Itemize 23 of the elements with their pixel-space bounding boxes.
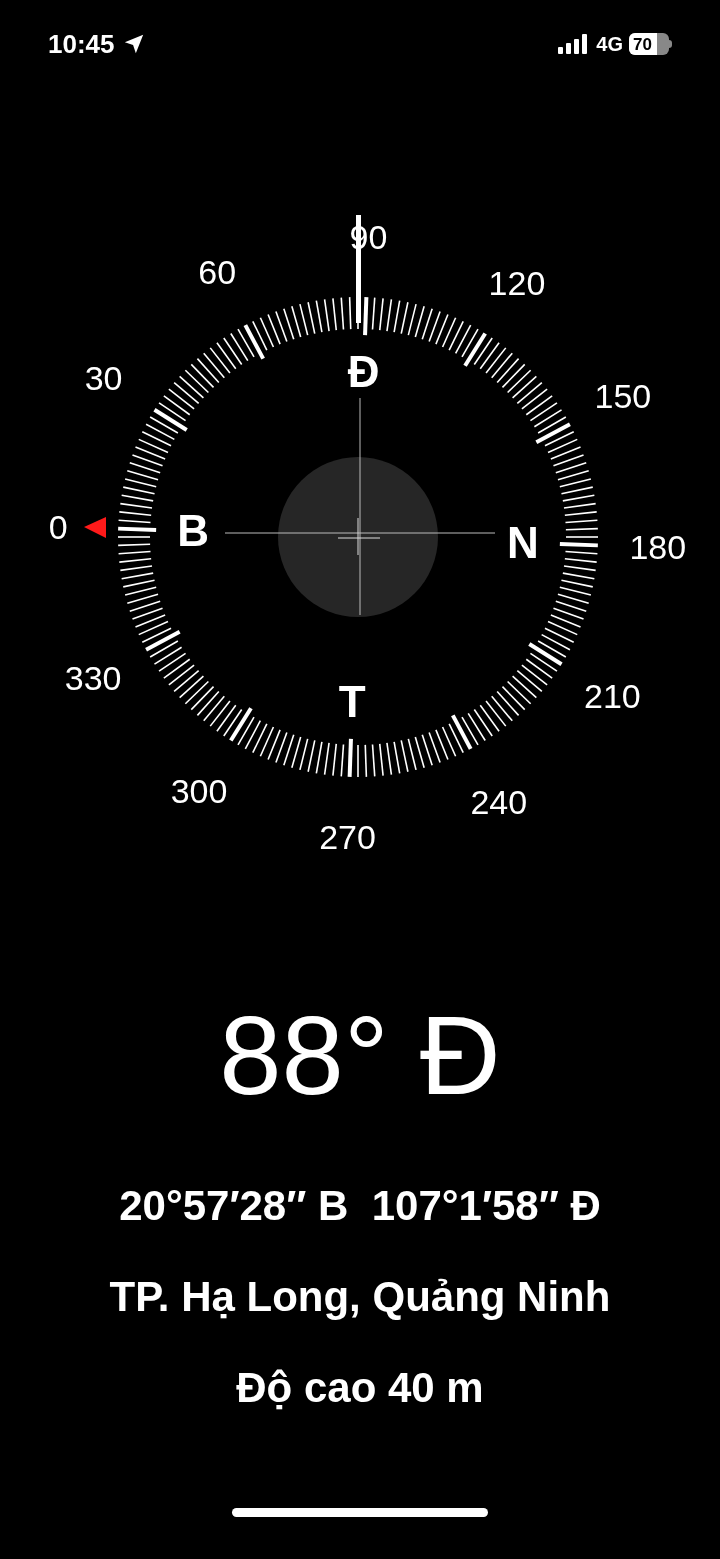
cardinal-letter: Đ [347, 350, 380, 395]
heading-reading: 88° Đ [219, 1000, 501, 1112]
network-label: 4G [596, 32, 623, 57]
elevation: Độ cao 40 m [236, 1363, 484, 1413]
degree-label: 180 [629, 530, 687, 565]
degree-label: 0 [48, 509, 68, 544]
cardinal-letter: N [507, 520, 539, 565]
location-name: TP. Hạ Long, Quảng Ninh [109, 1272, 611, 1322]
status-time: 10:45 [48, 27, 115, 61]
degree-label: 270 [319, 819, 376, 854]
battery-icon: 70 [629, 33, 672, 55]
cardinal-letter: T [338, 679, 366, 724]
degree-label: 240 [470, 784, 528, 819]
degree-label: 30 [84, 361, 123, 395]
degree-label: 210 [584, 678, 641, 713]
degree-label: 300 [170, 774, 228, 809]
degree-label: 330 [64, 660, 122, 695]
coordinates: 20°57′28″ B 107°1′58″ Đ [119, 1181, 601, 1231]
degree-label: 60 [198, 255, 237, 290]
pointer-icon [84, 517, 106, 538]
degree-label: 150 [594, 379, 652, 414]
cardinal-letter: B [177, 509, 209, 554]
degree-label: 120 [488, 265, 546, 300]
